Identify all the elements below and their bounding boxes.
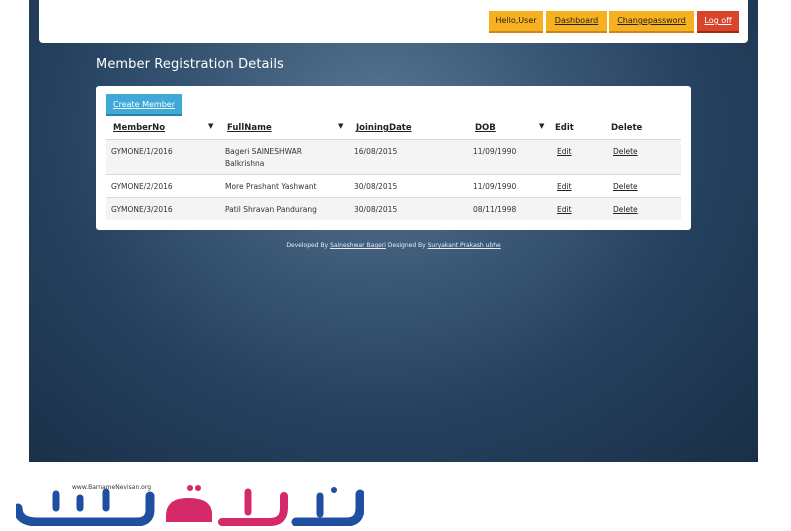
page-title: Member Registration Details (96, 57, 284, 72)
header-dob[interactable]: DOB (475, 123, 496, 133)
full-name-cell-line2: Balkrishna (225, 159, 265, 168)
create-member-button[interactable]: Create Member (106, 94, 182, 116)
members-panel: Create Member MemberNo ▼ FullName ▼ Join… (96, 86, 691, 230)
header-full-name[interactable]: FullName (227, 123, 272, 133)
watermark-logo (16, 485, 364, 526)
delete-link[interactable]: Delete (613, 204, 638, 215)
watermark-url: www.BarnameNevisan.org (72, 484, 151, 491)
member-no-cell: GYMONE/1/2016 (111, 147, 173, 156)
footer-designed-label: Designed By (387, 242, 426, 249)
dashboard-link[interactable]: Dashboard (546, 11, 607, 33)
header-member-no[interactable]: MemberNo (113, 123, 165, 133)
header-delete: Delete (611, 123, 643, 133)
greeting-button[interactable]: Hello,User (489, 11, 543, 33)
edit-link[interactable]: Edit (557, 204, 572, 215)
member-no-cell: GYMONE/2/2016 (111, 182, 173, 191)
full-name-cell: Bageri SAINESHWAR (225, 147, 303, 156)
change-password-link[interactable]: Changepassword (609, 11, 694, 33)
joining-date-cell: 30/08/2015 (354, 182, 398, 191)
filter-icon[interactable]: ▼ (208, 122, 213, 130)
footer-developed-label: Developed By (286, 242, 329, 249)
designer-link[interactable]: Suryakant Prakash ubhe (428, 242, 501, 249)
footer: Developed By Saineshwar Bageri Designed … (29, 242, 758, 249)
edit-link[interactable]: Edit (557, 181, 572, 192)
dob-cell: 11/09/1990 (473, 147, 517, 156)
header-joining-date[interactable]: JoiningDate (356, 123, 412, 133)
joining-date-cell: 16/08/2015 (354, 147, 398, 156)
top-bar: Hello,User Dashboard Changepassword Log … (39, 0, 748, 43)
developer-link[interactable]: Saineshwar Bageri (330, 242, 386, 249)
delete-link[interactable]: Delete (613, 181, 638, 192)
table-row: GYMONE/3/2016 Patil Shravan Pandurang 30… (106, 198, 681, 220)
header-edit: Edit (555, 123, 574, 133)
filter-icon[interactable]: ▼ (338, 122, 343, 130)
joining-date-cell: 30/08/2015 (354, 205, 398, 214)
logoff-link[interactable]: Log off (697, 11, 739, 33)
app-background: Hello,User Dashboard Changepassword Log … (29, 0, 758, 462)
table-row: GYMONE/2/2016 More Prashant Yashwant 30/… (106, 175, 681, 197)
member-no-cell: GYMONE/3/2016 (111, 205, 173, 214)
delete-link[interactable]: Delete (613, 146, 638, 157)
filter-icon[interactable]: ▼ (539, 122, 544, 130)
dob-cell: 11/09/1990 (473, 182, 517, 191)
table-row: GYMONE/1/2016 Bageri SAINESHWAR Balkrish… (106, 140, 681, 174)
dob-cell: 08/11/1998 (473, 205, 517, 214)
full-name-cell: More Prashant Yashwant (225, 182, 317, 191)
full-name-cell: Patil Shravan Pandurang (225, 205, 317, 214)
edit-link[interactable]: Edit (557, 146, 572, 157)
